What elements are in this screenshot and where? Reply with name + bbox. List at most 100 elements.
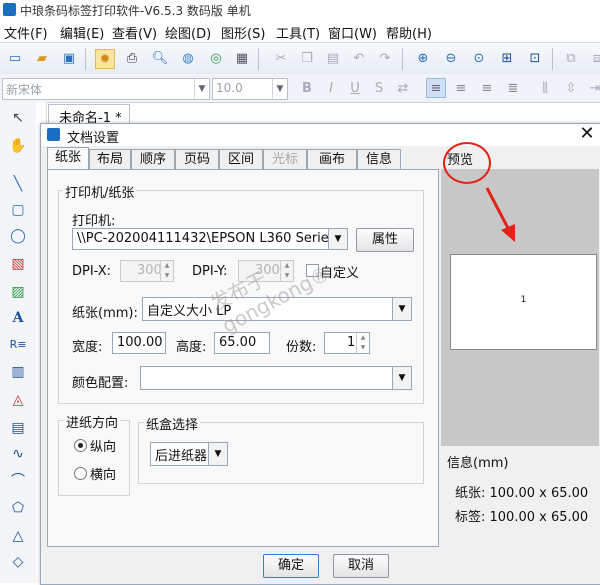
menu-shape[interactable]: 图形(S) <box>221 23 265 42</box>
format-toolbar: 新宋体 ▼ 10.0 ▼ B I U S ⇄ ≡ ≡ ≡ ≣ ⫼ ⇳ ⇥ <box>0 74 600 103</box>
align-right-icon[interactable]: ≡ <box>478 79 496 97</box>
tab-page-number[interactable]: 页码 <box>175 149 219 170</box>
copies-value: 1 <box>347 335 356 350</box>
copies-label: 份数: <box>286 340 317 355</box>
new-icon[interactable]: ▭ <box>6 49 24 67</box>
zoom-in-icon[interactable]: ⊕ <box>414 49 432 67</box>
tab-paper[interactable]: 纸张 <box>47 147 89 171</box>
underline-icon[interactable]: U <box>346 79 364 97</box>
dpi-y-label: DPI-Y: <box>192 264 228 279</box>
fit-page-icon[interactable]: ⊞ <box>498 49 516 67</box>
ungroup-icon[interactable]: ⧈ <box>588 49 600 67</box>
dpi-x-spinner[interactable]: ▲ ▼ <box>160 261 173 281</box>
height-input[interactable]: 65.00 <box>214 332 270 354</box>
paper-tray-select[interactable]: 后进纸器 ▼ <box>150 442 228 466</box>
undo-icon[interactable]: ↶ <box>350 49 368 67</box>
rectangle-tool-icon[interactable]: ▢ <box>8 200 28 220</box>
portrait-radio[interactable] <box>74 439 87 452</box>
arc-tool-icon[interactable]: ⌒ <box>8 470 28 490</box>
image-tool-icon[interactable]: ▧ <box>8 254 28 274</box>
feed-direction-group <box>58 420 130 496</box>
pan-hand-icon[interactable]: ✋ <box>8 136 28 156</box>
curve-tool-icon[interactable]: ∿ <box>8 444 28 464</box>
tab-panel-paper: 打印机/纸张 打印机: \\PC-202004111432\EPSON L360… <box>47 169 439 547</box>
printer-properties-button[interactable]: 属性 <box>356 228 414 252</box>
color-config-select[interactable]: ▼ <box>140 366 412 390</box>
strikethrough-icon[interactable]: S <box>370 79 388 97</box>
menu-view[interactable]: 查看(V) <box>112 23 157 42</box>
menu-bar: 文件(F) 编辑(E) 查看(V) 绘图(D) 图形(S) 工具(T) 窗口(W… <box>0 20 600 42</box>
landscape-radio[interactable] <box>74 467 87 480</box>
actual-size-icon[interactable]: ⊡ <box>526 49 544 67</box>
spacing-icon[interactable]: ⫼ <box>536 79 554 97</box>
select-pointer-icon[interactable]: ↖ <box>8 108 28 128</box>
copies-spinner[interactable]: ▲ ▼ <box>356 333 369 353</box>
menu-tools[interactable]: 工具(T) <box>276 23 320 42</box>
justify-icon[interactable]: ≣ <box>504 79 522 97</box>
paste-icon[interactable]: ▤ <box>324 49 342 67</box>
print-icon[interactable]: ⎙ <box>123 49 141 67</box>
qrcode-tool-icon[interactable]: ◬ <box>8 390 28 410</box>
document-tab[interactable]: 未命名-1 * <box>48 104 130 126</box>
menu-help[interactable]: 帮助(H) <box>386 23 432 42</box>
info-title: 信息(mm) <box>447 456 509 471</box>
cut-icon[interactable]: ✂ <box>272 49 290 67</box>
database-icon[interactable]: ◍ <box>179 49 197 67</box>
tab-info[interactable]: 信息 <box>357 149 401 170</box>
width-input[interactable]: 100.00 <box>112 332 166 354</box>
window-title: 中琅条码标签打印软件-V6.5.3 数码版 单机 <box>20 4 251 18</box>
group-icon[interactable]: ⧉ <box>562 49 580 67</box>
picture-tool-icon[interactable]: ▨ <box>8 282 28 302</box>
cancel-button[interactable]: 取消 <box>333 554 389 578</box>
paper-label: 纸张(mm): <box>72 306 138 321</box>
landscape-label: 横向 <box>90 468 117 483</box>
drawing-toolbox: ↖ ✋ ╲ ▢ ◯ ▧ ▨ A R≡ ▥ ◬ ▤ ∿ ⌒ ⬠ △ ◇ <box>0 102 37 583</box>
line-tool-icon[interactable]: ╲ <box>8 174 28 194</box>
menu-file[interactable]: 文件(F) <box>4 23 48 42</box>
tab-canvas[interactable]: 画布 <box>307 149 357 170</box>
triangle-tool-icon[interactable]: △ <box>8 526 28 546</box>
italic-icon[interactable]: I <box>322 79 340 97</box>
print-preview-icon[interactable]: 🔍︎ <box>151 49 169 67</box>
zoom-icon[interactable]: ⊙ <box>470 49 488 67</box>
barcode-tool-icon[interactable]: ▥ <box>8 362 28 382</box>
info-panel: 信息(mm) 纸张: 100.00 x 65.00 标签: 100.00 x 6… <box>441 446 599 542</box>
align-center-icon[interactable]: ≡ <box>452 79 470 97</box>
rich-text-tool-icon[interactable]: R≡ <box>8 334 28 354</box>
grid-icon[interactable]: ▦ <box>233 49 251 67</box>
zoom-out-icon[interactable]: ⊖ <box>442 49 460 67</box>
menu-draw[interactable]: 绘图(D) <box>165 23 211 42</box>
menu-window[interactable]: 窗口(W) <box>328 23 377 42</box>
copy-icon[interactable]: ❐ <box>298 49 316 67</box>
polygon-tool-icon[interactable]: ⬠ <box>8 498 28 518</box>
settings-gear-icon[interactable]: ✹ <box>95 49 115 69</box>
align-left-icon[interactable]: ≡ <box>426 78 446 98</box>
portrait-label: 纵向 <box>90 440 117 455</box>
close-icon[interactable]: ✕ <box>577 124 597 144</box>
document-settings-dialog: 文档设置 ✕ 纸张 布局 顺序 页码 区间 光标 画布 信息 打印机/纸张 打印… <box>40 123 600 585</box>
menu-edit[interactable]: 编辑(E) <box>60 23 104 42</box>
diamond-tool-icon[interactable]: ◇ <box>8 552 28 572</box>
dpi-x-input[interactable]: 300 ▲ ▼ <box>120 260 174 282</box>
tab-range[interactable]: 区间 <box>219 149 263 170</box>
text-tool-icon[interactable]: A <box>8 308 28 328</box>
chevron-down-icon: ▼ <box>392 367 411 389</box>
ellipse-tool-icon[interactable]: ◯ <box>8 226 28 246</box>
copies-input[interactable]: 1 ▲ ▼ <box>324 332 370 354</box>
text-direction-icon[interactable]: ⇄ <box>394 79 412 97</box>
ok-button[interactable]: 确定 <box>263 554 319 578</box>
data-source-icon[interactable]: ◎ <box>207 49 225 67</box>
open-icon[interactable]: ▰ <box>33 49 51 67</box>
line-spacing-icon[interactable]: ⇳ <box>562 79 580 97</box>
redo-icon[interactable]: ↷ <box>376 49 394 67</box>
save-icon[interactable]: ▣ <box>60 49 78 67</box>
table-tool-icon[interactable]: ▤ <box>8 418 28 438</box>
paper-tray-title: 纸盒选择 <box>144 414 201 433</box>
tab-layout[interactable]: 布局 <box>89 149 131 170</box>
indent-icon[interactable]: ⇥ <box>586 79 600 97</box>
bold-icon[interactable]: B <box>298 79 316 97</box>
font-size-select[interactable]: 10.0 ▼ <box>212 78 288 100</box>
font-name-select[interactable]: 新宋体 ▼ <box>2 78 210 100</box>
paper-tray-value: 后进纸器 <box>155 449 208 464</box>
tab-order[interactable]: 顺序 <box>131 149 175 170</box>
